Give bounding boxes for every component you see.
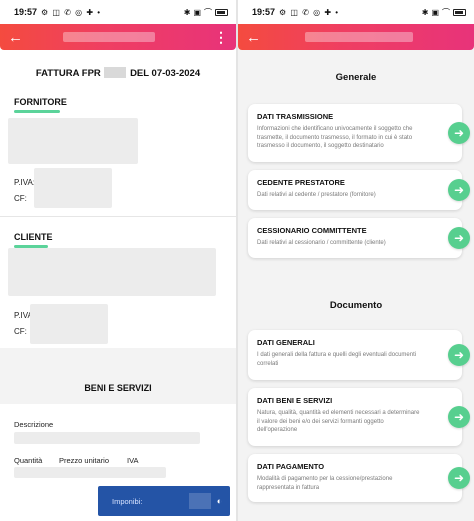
card-title: DATI TRASMISSIONE [257,112,334,121]
imponibile-toast[interactable]: Imponibi: ◐ [98,486,230,516]
card-title: CEDENTE PRESTATORE [257,178,345,187]
card-dati-pagamento[interactable]: DATI PAGAMENTO Modalità di pagamento per… [248,454,470,502]
bluetooth-icon: ✱ [183,7,191,17]
arrow-right-icon[interactable]: ➜ [448,406,470,428]
back-arrow-icon[interactable]: ← [8,30,23,45]
invoice-title-prefix: FATTURA FPR [35,68,101,79]
card-cedente-prestatore[interactable]: CEDENTE PRESTATORE Dati relativi al cede… [248,170,470,210]
overflow-menu-icon[interactable]: ⋮ [214,29,228,46]
notification-icons: ⚙ ◫ ✆ ◎ ✚ • [41,7,102,17]
section-separator-band [0,348,236,404]
redacted-imponibile-value [188,493,211,509]
card-title: DATI PAGAMENTO [257,462,325,471]
dark-mode-icon[interactable]: ◐ [217,496,222,506]
group-title-documento: Documento [329,300,383,311]
fornitore-heading: FORNITORE [14,97,67,107]
section-divider [0,216,236,217]
wifi-icon: ⌒ [204,7,212,17]
fornitore-underline [14,110,60,113]
invoice-title-date: DEL 07-03-2024 [130,68,201,79]
redacted-descrizione [14,432,200,444]
card-cessionario-committente[interactable]: CESSIONARIO COMMITTENTE Dati relativi al… [248,218,470,258]
redacted-fornitore-name [8,118,138,164]
app-bar: ← [238,24,474,50]
status-bar: 19:57 ⚙ ◫ ✆ ◎ ✚ • ✱ ▣ ⌒ [238,0,474,24]
wifi-icon: ⌒ [442,7,450,17]
arrow-right-icon[interactable]: ➜ [448,344,470,366]
card-title: CESSIONARIO COMMITTENTE [257,226,367,235]
redacted-line-values [14,467,166,478]
status-time: 19:57 [252,7,276,17]
fornitore-section: FORNITORE [0,97,67,113]
redacted-app-title [305,32,413,42]
battery-icon [453,8,466,16]
redacted-fornitore-ids [34,168,112,208]
notification-icons: ⚙ ◫ ✆ ◎ ✚ • [279,7,340,17]
card-description: Informazioni che identificano univocamen… [257,126,413,150]
card-description: Dati relativi al cessionario / committen… [257,240,386,246]
card-dati-generali[interactable]: DATI GENERALI I dati generali della fatt… [248,330,470,380]
cliente-cf-label: CF: [14,327,27,336]
fornitore-piva-label: P.IVA: [14,178,36,187]
redacted-cliente-name [8,248,216,296]
app-bar: ← ⋮ [0,24,236,50]
arrow-right-icon[interactable]: ➜ [448,179,470,201]
imponibile-label: Imponibi: [112,496,143,506]
beni-servizi-heading: BENI E SERVIZI [84,383,152,393]
system-icons: ✱ ▣ ⌒ [184,7,228,18]
invoice-title: FATTURA FPR DEL 07-03-2024 [0,67,236,79]
card-description: Dati relativi al cedente / prestatore (f… [257,192,376,198]
fornitore-cf-label: CF: [14,194,27,203]
card-description: Natura, qualità, quantità ed elementi ne… [257,410,420,434]
group-title-generale: Generale [335,72,377,83]
system-icons: ✱ ▣ ⌒ [422,7,466,18]
card-dati-trasmissione[interactable]: DATI TRASMISSIONE Informazioni che ident… [248,104,470,162]
redacted-cliente-ids [30,304,108,344]
quantita-label: Quantità [14,456,43,465]
arrow-right-icon[interactable]: ➜ [448,467,470,489]
invoice-detail-screen: 19:57 ⚙ ◫ ✆ ◎ ✚ • ✱ ▣ ⌒ ← ⋮ FATTURA FPR … [0,0,236,521]
redacted-invoice-number [104,67,127,78]
arrow-right-icon[interactable]: ➜ [448,227,470,249]
back-arrow-icon[interactable]: ← [246,30,261,45]
card-description: I dati generali della fattura e quelli d… [257,352,417,367]
card-dati-beni-servizi[interactable]: DATI BENI E SERVIZI Natura, qualità, qua… [248,388,470,446]
card-title: DATI BENI E SERVIZI [257,396,333,405]
redacted-app-title [63,32,155,42]
card-description: Modalità di pagamento per la cessione/pr… [257,476,393,491]
vibrate-icon: ▣ [431,7,439,17]
vibrate-icon: ▣ [193,7,201,17]
status-time: 19:57 [14,7,38,17]
prezzo-unitario-label: Prezzo unitario [59,456,110,465]
cliente-section: CLIENTE [0,232,53,248]
bluetooth-icon: ✱ [421,7,429,17]
card-title: DATI GENERALI [257,338,315,347]
battery-icon [215,8,228,16]
descrizione-label: Descrizione [14,420,54,429]
iva-label: IVA [127,456,139,465]
status-bar: 19:57 ⚙ ◫ ✆ ◎ ✚ • ✱ ▣ ⌒ [0,0,236,24]
cliente-heading: CLIENTE [14,232,53,242]
invoice-sections-screen: 19:57 ⚙ ◫ ✆ ◎ ✚ • ✱ ▣ ⌒ ← Generale DATI … [238,0,474,521]
arrow-right-icon[interactable]: ➜ [448,122,470,144]
